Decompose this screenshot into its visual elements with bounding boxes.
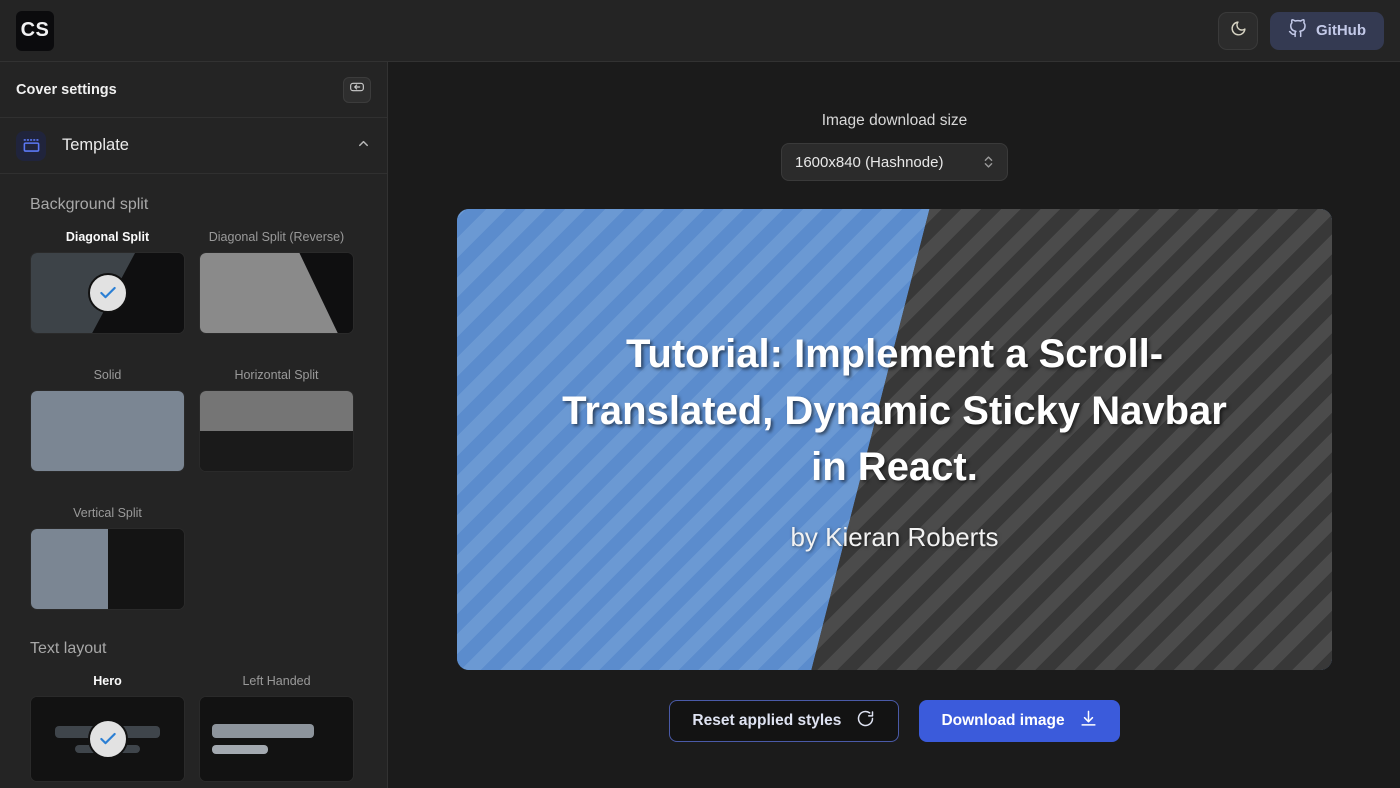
top-bar-actions: GitHub [1218,11,1384,50]
selected-check-badge [87,719,128,759]
image-download-size-select[interactable]: 1600x840 (Hashnode) [781,143,1008,181]
selected-check-badge [87,273,128,313]
cover-settings-sidebar: Cover settings Template Background split… [0,62,388,788]
sidebar-title: Cover settings [16,81,117,98]
cover-preview[interactable]: Tutorial: Implement a Scroll-Translated,… [457,209,1332,670]
image-download-size-value: 1600x840 (Hashnode) [795,153,944,171]
option-vertical-split[interactable]: Vertical Split [30,506,185,610]
download-button-label: Download image [941,712,1065,729]
thumbnail-preview [31,391,184,471]
option-label: Left Handed [242,674,311,688]
grid-empty-cell [199,506,354,610]
cover-text-block: Tutorial: Implement a Scroll-Translated,… [457,209,1332,670]
option-label: Hero [93,674,122,688]
app-logo[interactable]: CS [16,10,54,51]
refresh-icon [855,708,876,734]
option-left-handed[interactable]: Left Handed [199,674,354,782]
collapse-sidebar-icon [349,79,365,100]
option-solid[interactable]: Solid [30,368,185,472]
chevron-up-icon[interactable] [356,136,371,156]
option-thumbnail[interactable] [30,390,185,472]
text-layout-options: Hero Left Handed [30,674,357,782]
github-icon [1288,19,1307,42]
cover-action-buttons: Reset applied styles Download image [389,700,1400,742]
reset-applied-styles-button[interactable]: Reset applied styles [669,700,900,742]
thumbnail-preview [200,697,353,781]
option-label: Diagonal Split (Reverse) [208,230,345,244]
cover-title[interactable]: Tutorial: Implement a Scroll-Translated,… [545,326,1245,496]
image-download-size-label: Image download size [821,112,968,129]
download-arrow-icon [1079,709,1098,733]
option-hero[interactable]: Hero [30,674,185,782]
option-diagonal-split-reverse[interactable]: Diagonal Split (Reverse) [199,230,354,334]
thumbnail-preview [31,529,184,609]
cover-author[interactable]: by Kieran Roberts [790,522,998,553]
group-title-background-split: Background split [30,196,149,213]
template-layout-icon [16,130,46,161]
thumbnail-preview [200,253,353,333]
main-panel: Image download size 1600x840 (Hashnode) … [389,62,1400,788]
option-thumbnail[interactable] [199,696,354,782]
option-thumbnail[interactable] [30,528,185,610]
option-thumbnail[interactable] [30,252,185,334]
grid-spacer [199,476,354,502]
sidebar-item-template[interactable]: Template [0,118,387,174]
thumbnail-preview [200,391,353,471]
chevron-up-down-icon[interactable] [983,154,994,170]
option-label: Vertical Split [73,506,142,520]
option-label: Horizontal Split [234,368,319,382]
grid-spacer [30,476,185,502]
github-button[interactable]: GitHub [1270,11,1384,50]
sidebar-header: Cover settings [0,62,387,118]
option-thumbnail[interactable] [199,390,354,472]
option-horizontal-split[interactable]: Horizontal Split [199,368,354,472]
moon-icon [1230,20,1247,42]
group-title-text-layout: Text layout [30,640,107,657]
image-download-size-control: 1600x840 (Hashnode) [389,143,1400,181]
option-label: Solid [93,368,122,382]
option-label: Diagonal Split [65,230,150,244]
grid-spacer [199,338,354,364]
top-bar: CS GitHub [0,0,1400,62]
sidebar-content: Background split Diagonal Split Diagonal… [0,174,387,782]
github-button-label: GitHub [1316,22,1366,39]
option-thumbnail[interactable] [30,696,185,782]
collapse-sidebar-button[interactable] [343,76,371,103]
sidebar-item-template-label: Template [62,136,129,154]
download-image-button[interactable]: Download image [919,700,1120,742]
option-thumbnail[interactable] [199,252,354,334]
option-diagonal-split[interactable]: Diagonal Split [30,230,185,334]
grid-spacer [30,338,185,364]
background-split-options: Diagonal Split Diagonal Split (Reverse) [30,230,357,610]
reset-button-label: Reset applied styles [692,712,842,729]
theme-toggle-button[interactable] [1218,11,1258,50]
